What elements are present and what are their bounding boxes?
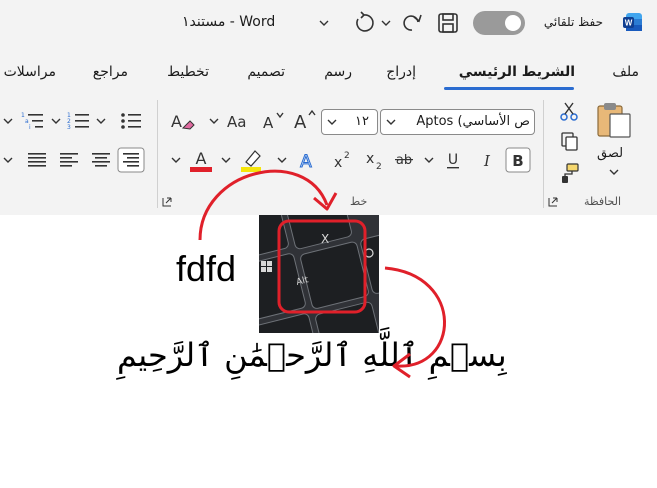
tab-home[interactable]: الشريط الرئيسي [459,64,575,80]
chevron-down-icon[interactable] [423,155,435,165]
svg-text:2: 2 [376,162,382,172]
superscript-icon[interactable]: x 2 [330,148,354,172]
multilevel-list-icon[interactable]: 1 a i [20,109,46,133]
font-group-label: خط [350,195,368,208]
svg-text:A: A [300,152,312,172]
chevron-down-icon[interactable] [2,155,14,165]
chevron-down-icon[interactable] [326,116,338,128]
group-separator [157,100,158,208]
chevron-down-icon[interactable] [385,116,397,128]
bismillah-text[interactable]: بِسۡمِ ٱللَّهِ ٱلرَّحۡمَٰنِ ٱلرَّحِيمِ [117,336,507,374]
tab-design[interactable]: تصميم [247,64,285,80]
bold-icon[interactable]: B [505,147,531,173]
paste-icon[interactable] [594,100,634,140]
format-painter-icon[interactable] [558,162,580,184]
chevron-down-icon[interactable] [608,167,620,177]
italic-icon[interactable]: I [476,148,498,172]
tab-layout[interactable]: تخطيط [167,64,209,80]
chevron-down-icon[interactable] [316,9,332,37]
cut-icon[interactable] [558,100,580,122]
autosave-toggle[interactable] [473,11,525,35]
svg-text:I: I [483,152,491,170]
paste-label[interactable]: لصق [597,146,623,161]
svg-text:W: W [625,19,633,28]
numbering-icon[interactable]: 1 2 3 [66,109,92,133]
key-x-label: X [321,232,329,246]
tab-insert[interactable]: إدراج [386,64,416,80]
copy-icon[interactable] [558,130,580,152]
underline-icon[interactable]: U [442,148,464,172]
chevron-down-icon[interactable] [95,116,107,126]
svg-text:ab: ab [396,153,412,168]
svg-text:x: x [334,155,342,171]
svg-text:x: x [366,151,374,167]
ribbon-tabs: ملف الشريط الرئيسي إدراج رسم تصميم تخطيط… [0,46,657,92]
chevron-down-icon[interactable] [50,116,62,126]
svg-text:B: B [512,152,523,170]
tab-references[interactable]: مراجع [93,64,128,80]
align-right-icon[interactable] [117,147,145,173]
svg-text:A: A [294,112,307,132]
dialog-launcher-icon[interactable] [162,197,172,207]
svg-text:Aa: Aa [227,113,246,131]
bullets-icon[interactable] [118,109,144,133]
svg-text:A: A [263,114,274,132]
chevron-down-icon[interactable] [378,9,394,37]
svg-text:A: A [171,112,182,131]
align-center-icon[interactable] [88,147,114,173]
change-case-icon[interactable]: Aa [226,109,252,133]
document-text[interactable]: fdfd [176,248,236,290]
chevron-down-icon[interactable] [220,155,232,165]
align-left-icon[interactable] [56,147,82,173]
autosave-label: حفظ تلقائي [543,15,603,29]
chevron-down-icon[interactable] [170,155,182,165]
document-title[interactable]: Word - مستند١ [182,14,275,30]
word-app-icon[interactable]: W [623,12,643,32]
font-name-box[interactable]: ص الأساسي) Aptos [380,109,535,135]
ribbon: لصق الحافظة ص الأساسي) Aptos ١٢ A A Aa A… [0,92,657,215]
keyboard-photo[interactable]: X Alt [259,215,379,333]
title-bar: W حفظ تلقائي Word - مستند١ [0,0,657,46]
subscript-icon[interactable]: x 2 [362,148,386,172]
tab-file[interactable]: ملف [612,64,639,80]
clear-formatting-icon[interactable]: A [170,108,196,134]
redo-icon[interactable] [398,9,426,37]
justify-icon[interactable] [24,147,50,173]
active-tab-indicator [444,87,574,90]
font-name-value: ص الأساسي) Aptos [416,114,530,129]
save-icon[interactable] [434,9,462,37]
svg-text:2: 2 [344,151,350,161]
font-color-icon[interactable]: A [188,147,214,173]
svg-text:3: 3 [67,124,71,131]
text-effects-icon[interactable]: A [294,148,318,173]
font-size-value: ١٢ [355,114,369,129]
tab-draw[interactable]: رسم [324,64,352,80]
svg-text:U: U [448,152,458,168]
grow-font-icon[interactable]: A [293,108,317,132]
chevron-down-icon[interactable] [208,116,220,126]
clipboard-group-label: الحافظة [584,195,622,208]
tab-mailings[interactable]: مراسلات [4,64,56,80]
group-separator [543,100,544,208]
chevron-down-icon[interactable] [2,116,14,126]
chevron-down-icon[interactable] [276,155,288,165]
highlight-icon[interactable] [238,147,266,173]
svg-text:A: A [196,149,207,168]
svg-text:i: i [29,124,31,131]
shrink-font-icon[interactable]: A [262,109,286,133]
strikethrough-icon[interactable]: ab [392,148,416,172]
font-size-box[interactable]: ١٢ [321,109,378,135]
dialog-launcher-icon[interactable] [548,197,558,207]
undo-icon[interactable] [350,9,378,37]
toggle-knob [505,15,521,31]
